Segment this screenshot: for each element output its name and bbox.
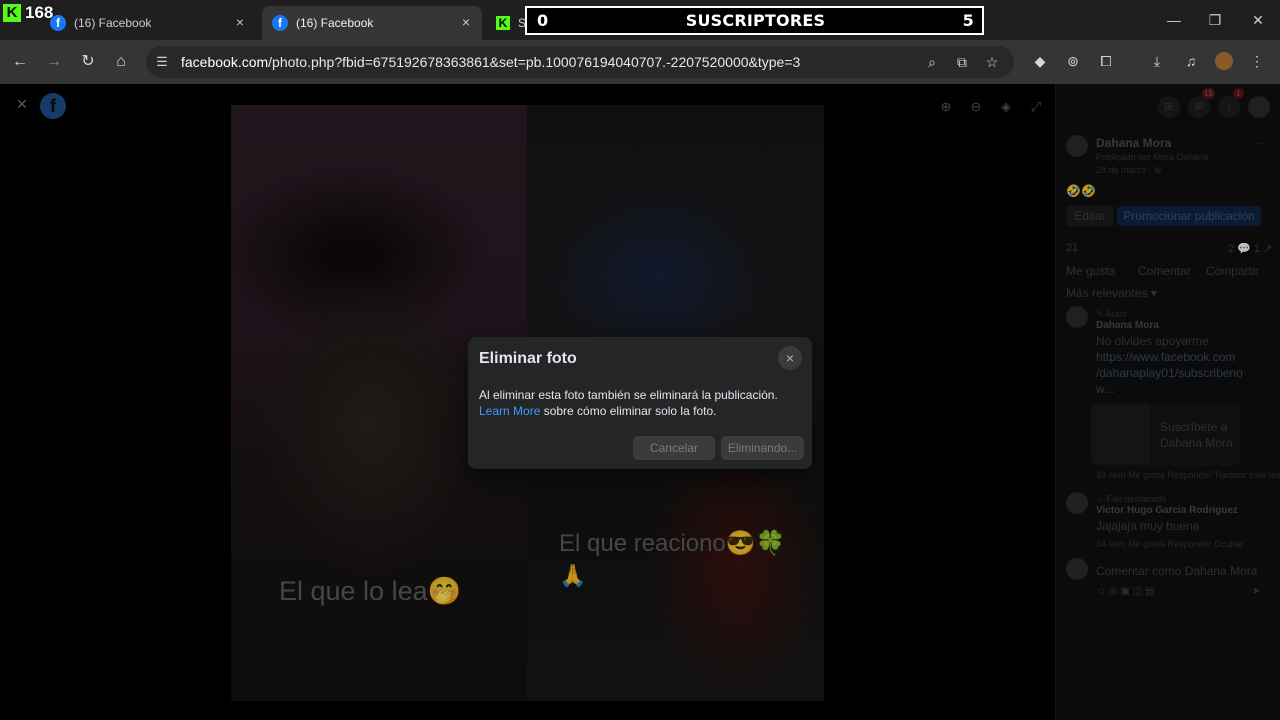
site-settings-icon[interactable]: ☰	[154, 54, 170, 70]
tab-facebook-1[interactable]: f (16) Facebook ×	[40, 6, 256, 40]
kick-follower-counter: K 168	[3, 3, 53, 23]
home-icon[interactable]: ⌂	[111, 52, 131, 72]
dialog-message-suffix: sobre cómo eliminar solo la foto.	[540, 404, 717, 418]
browser-tab-bar: f (16) Facebook × f (16) Facebook × K St…	[0, 0, 1280, 40]
delete-photo-dialog: Eliminar foto × Al eliminar esta foto ta…	[468, 337, 812, 469]
subscribers-right-count: 5	[962, 11, 974, 30]
download-icon[interactable]: ⤓	[1148, 52, 1166, 70]
kick-logo-icon: K	[3, 4, 21, 22]
menu-kebab-icon[interactable]: ⋮	[1248, 52, 1266, 70]
tab-facebook-2[interactable]: f (16) Facebook ×	[262, 6, 482, 40]
deleting-button[interactable]: Eliminando...	[721, 436, 804, 460]
close-window-icon[interactable]: ✕	[1248, 10, 1268, 30]
dialog-title: Eliminar foto	[479, 350, 577, 367]
zoom-icon[interactable]: ⌕	[924, 54, 940, 70]
cancel-button[interactable]: Cancelar	[633, 436, 715, 460]
dialog-body: Al eliminar esta foto también se elimina…	[479, 387, 799, 419]
learn-more-link[interactable]: Learn More	[479, 404, 540, 418]
url-text: facebook.com/photo.php?fbid=675192678363…	[181, 54, 801, 70]
close-tab-icon[interactable]: ×	[232, 14, 248, 30]
dialog-message: Al eliminar esta foto también se elimina…	[479, 388, 778, 402]
close-tab-icon[interactable]: ×	[458, 14, 474, 30]
kick-favicon-icon: K	[496, 16, 510, 30]
minimize-window-icon[interactable]: —	[1164, 10, 1184, 30]
back-icon[interactable]: ←	[10, 52, 30, 72]
close-dialog-icon[interactable]: ×	[778, 346, 802, 370]
tab-title: (16) Facebook	[74, 16, 152, 30]
extensions-puzzle-icon[interactable]: ⧠	[1097, 52, 1115, 70]
kick-count: 168	[25, 3, 54, 22]
tab-title: (16) Facebook	[296, 16, 374, 30]
profile-avatar[interactable]	[1215, 52, 1233, 70]
subscribers-left-count: 0	[537, 11, 549, 30]
address-bar-row: ← → ↻ ⌂ ☰ facebook.com/photo.php?fbid=67…	[0, 40, 1280, 84]
bookmark-star-icon[interactable]: ☆	[984, 54, 1000, 70]
subscribers-overlay: 0 SUSCRIPTORES 5	[525, 6, 984, 35]
url-field[interactable]: ☰ facebook.com/photo.php?fbid=6751926783…	[146, 46, 1014, 78]
extension-circle-icon[interactable]: ⊚	[1064, 52, 1082, 70]
subscribers-label: SUSCRIPTORES	[685, 11, 826, 30]
maximize-window-icon[interactable]: ❐	[1205, 10, 1225, 30]
install-app-icon[interactable]: ⧉	[954, 54, 970, 70]
forward-icon[interactable]: →	[44, 52, 64, 72]
extension-shield-icon[interactable]: ◆	[1031, 52, 1049, 70]
facebook-favicon-icon: f	[272, 15, 288, 31]
reload-icon[interactable]: ↻	[78, 52, 98, 72]
media-control-icon[interactable]: ♫	[1182, 52, 1200, 70]
